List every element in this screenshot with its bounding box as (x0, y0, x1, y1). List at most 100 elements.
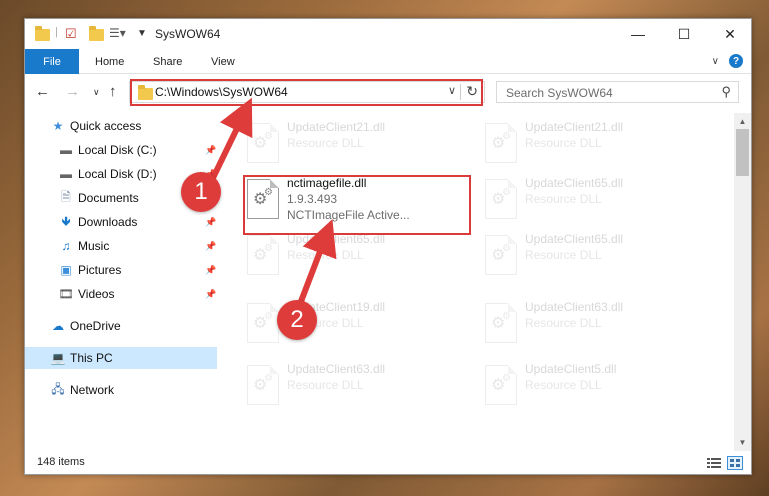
sidebar-item-label: Network (70, 383, 115, 397)
sidebar-item-label: Downloads (78, 215, 138, 229)
ribbon-tabs: File Home Share View ∨ ? (25, 49, 751, 74)
navigation-pane: ★ Quick access ▬ Local Disk (C:) 📌 ▬ Loc… (25, 115, 221, 445)
download-icon: 🡻 (61, 213, 71, 228)
vertical-scrollbar[interactable]: ▲ ▼ (734, 113, 751, 451)
recent-locations-dropdown[interactable]: ∨ (93, 87, 100, 98)
file-description: Resource DLL (525, 378, 602, 392)
tiles-view-icon[interactable] (727, 456, 743, 470)
sidebar-item-quick-access[interactable]: ★ Quick access (25, 115, 217, 137)
file-tile[interactable]: ⚙ ⚙ UpdateClient65.dll Resource DLL (479, 227, 709, 283)
file-tile[interactable]: ⚙ ⚙ UpdateClient5.dll Resource DLL (479, 357, 709, 413)
pin-icon[interactable]: 📌 (205, 265, 216, 276)
sidebar-item-onedrive[interactable]: ☁ OneDrive (25, 315, 217, 337)
up-button[interactable]: ↑ (109, 83, 117, 100)
dll-file-icon: ⚙ ⚙ (485, 303, 517, 343)
pin-icon[interactable]: 📌 (205, 145, 216, 156)
pin-icon[interactable]: 📌 (205, 289, 216, 300)
file-description: Resource DLL (287, 378, 364, 392)
documents-icon: 🗎 (61, 189, 71, 204)
file-tile[interactable]: ⚙ ⚙ UpdateClient21.dll Resource DLL (241, 115, 471, 171)
dll-file-icon: ⚙ ⚙ (485, 179, 517, 219)
scroll-up-icon[interactable]: ▲ (734, 113, 751, 130)
close-button[interactable]: ✕ (707, 19, 753, 49)
gear-icon: ⚙ (502, 373, 511, 384)
ribbon-expand-icon[interactable]: ∨ (712, 56, 719, 67)
gear-icon: ⚙ (264, 311, 273, 322)
file-description: Resource DLL (287, 248, 364, 262)
pin-icon[interactable]: 📌 (205, 217, 216, 228)
sidebar-item-label: This PC (70, 351, 113, 365)
music-icon: ♫ (61, 239, 71, 253)
gear-icon: ⚙ (502, 187, 511, 198)
status-bar: 148 items (25, 451, 751, 475)
file-tile[interactable]: ⚙ ⚙ UpdateClient19.dll Resource DLL (241, 295, 471, 351)
sidebar-item-label: Quick access (70, 119, 142, 133)
sidebar-item-network[interactable]: 🖧 Network (25, 379, 217, 401)
title-bar: | ☑ ☰▾ ▼ SysWOW64 — ☐ ✕ (25, 19, 751, 49)
address-highlight-box (130, 79, 483, 106)
tab-view[interactable]: View (211, 49, 235, 74)
file-tile[interactable]: ⚙ ⚙ UpdateClient21.dll Resource DLL (479, 115, 709, 171)
gear-icon: ⚙ (502, 243, 511, 254)
file-list: ⚙ ⚙ UpdateClient21.dll Resource DLL ⚙ ⚙ nc… (225, 113, 733, 451)
sidebar-item-label: Local Disk (C:) (78, 143, 157, 157)
dll-file-icon: ⚙ ⚙ (247, 235, 279, 275)
sidebar-item-this-pc[interactable]: 💻 This PC (25, 347, 217, 369)
tab-home[interactable]: Home (95, 49, 124, 74)
maximize-button[interactable]: ☐ (661, 19, 707, 49)
drive-icon: ▬ (60, 143, 72, 157)
sidebar-item-label: Pictures (78, 263, 122, 277)
separator: | (55, 26, 58, 38)
sidebar-item-music[interactable]: ♫ Music 📌 (25, 235, 217, 257)
scroll-thumb[interactable] (736, 129, 749, 176)
quick-access-dropdown-icon[interactable]: ▼ (137, 28, 147, 44)
file-explorer-window: | ☑ ☰▾ ▼ SysWOW64 — ☐ ✕ File Home Share … (24, 18, 752, 475)
minimize-button[interactable]: — (615, 19, 661, 49)
file-description: Resource DLL (525, 136, 602, 150)
file-description: Resource DLL (525, 248, 602, 262)
pin-icon[interactable]: 📌 (205, 241, 216, 252)
file-name: UpdateClient63.dll (287, 362, 386, 376)
file-description: Resource DLL (287, 136, 364, 150)
gear-icon: ⚙ (502, 311, 511, 322)
sidebar-item-label: OneDrive (70, 319, 121, 333)
file-name: UpdateClient5.dll (525, 362, 617, 376)
sidebar-item-pictures[interactable]: ▣ Pictures 📌 (25, 259, 217, 281)
file-tile[interactable]: ⚙ ⚙ UpdateClient63.dll Resource DLL (241, 357, 471, 413)
sidebar-item-local-disk-c[interactable]: ▬ Local Disk (C:) 📌 (25, 139, 217, 161)
sidebar-item-label: Music (78, 239, 110, 253)
sidebar-item-label: Local Disk (D:) (78, 167, 157, 181)
file-highlight-box (243, 175, 471, 235)
file-tile[interactable]: ⚙ ⚙ UpdateClient63.dll Resource DLL (479, 295, 709, 351)
tab-file[interactable]: File (25, 49, 79, 74)
file-name: UpdateClient21.dll (525, 120, 624, 134)
file-name: UpdateClient21.dll (287, 120, 386, 134)
file-description: Resource DLL (525, 192, 602, 206)
dll-file-icon: ⚙ ⚙ (485, 235, 517, 275)
details-view-icon[interactable] (706, 456, 722, 470)
customize-toolbar-icon[interactable]: ☰▾ (109, 26, 126, 42)
dll-file-icon: ⚙ ⚙ (485, 365, 517, 405)
tab-share[interactable]: Share (153, 49, 182, 74)
sidebar-item-downloads[interactable]: 🡻 Downloads 📌 (25, 211, 217, 233)
search-input[interactable]: Search SysWOW64 ⚲ (496, 81, 739, 103)
callout-2: 2 (277, 300, 317, 340)
properties-icon[interactable]: ☑ (65, 26, 77, 42)
sidebar-item-videos[interactable]: 🎞 Videos 📌 (25, 283, 217, 305)
back-button[interactable]: ← (35, 83, 50, 100)
help-icon[interactable]: ? (729, 54, 743, 68)
file-name: UpdateClient65.dll (525, 176, 624, 190)
file-name: UpdateClient63.dll (525, 300, 624, 314)
star-icon: ★ (52, 119, 64, 133)
file-description: Resource DLL (525, 316, 602, 330)
item-count: 148 items (37, 456, 85, 468)
forward-button[interactable]: → (65, 83, 80, 100)
file-tile[interactable]: ⚙ ⚙ UpdateClient65.dll Resource DLL (241, 227, 471, 283)
gear-icon: ⚙ (264, 373, 273, 384)
dll-file-icon: ⚙ ⚙ (247, 303, 279, 343)
search-placeholder: Search SysWOW64 (506, 86, 613, 100)
scroll-down-icon[interactable]: ▼ (734, 434, 751, 451)
search-icon[interactable]: ⚲ (721, 84, 731, 100)
network-icon: 🖧 (51, 381, 65, 396)
file-tile[interactable]: ⚙ ⚙ UpdateClient65.dll Resource DLL (479, 171, 709, 227)
